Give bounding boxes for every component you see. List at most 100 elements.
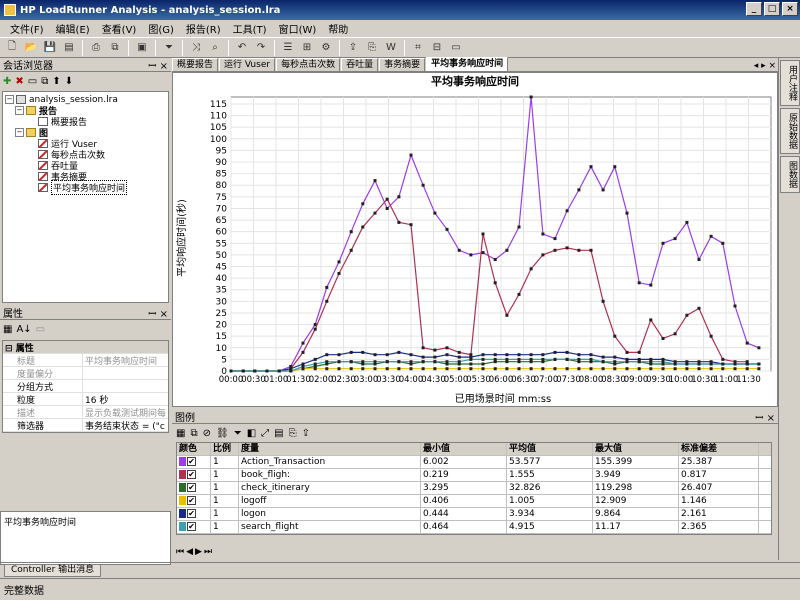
categorized-icon[interactable]: ▦ (3, 324, 12, 335)
tab-summary-report[interactable]: 概要报告 (172, 58, 219, 71)
delete-icon[interactable]: ✖ (15, 76, 23, 87)
maximize-button[interactable]: □ (764, 2, 780, 16)
tab-user-notes[interactable]: 用户注释 (780, 60, 800, 106)
new-session-icon[interactable]: 🗋 (4, 40, 20, 56)
export-legend-icon[interactable]: ⇪ (302, 428, 310, 439)
sort-az-icon[interactable]: A↓ (16, 324, 31, 335)
filter-icon[interactable]: ⏷ (234, 428, 242, 439)
visibility-checkbox[interactable]: ✔ (187, 508, 196, 518)
tab-graph-data[interactable]: 图数据 (780, 156, 800, 193)
word-report-icon[interactable]: W (383, 40, 399, 56)
tab-raw-data[interactable]: 原始数据 (780, 108, 800, 154)
zoom-icon[interactable]: ⌕ (207, 40, 223, 56)
menu-file[interactable]: 文件(F) (4, 21, 50, 36)
legend-icon[interactable]: ☰ (280, 40, 296, 56)
visibility-checkbox[interactable]: ✔ (187, 521, 196, 531)
tab-hits-per-second[interactable]: 每秒点击次数 (276, 58, 341, 71)
menu-window[interactable]: 窗口(W) (273, 21, 323, 36)
legend-row[interactable]: ✔ 1 logoff 0.406 1.005 12.909 1.146 (177, 494, 771, 508)
hide-icon[interactable]: ⊘ (203, 428, 211, 439)
tab-scroll-close-icons[interactable]: ◂ ▸ × (754, 61, 778, 71)
minimize-button[interactable]: _ (746, 2, 762, 16)
pin-close-icon[interactable]: ꟷ × (148, 306, 168, 320)
tree-root[interactable]: − analysis_session.lra (5, 94, 166, 105)
move-down-icon[interactable]: ⬇ (65, 76, 73, 87)
line-chart[interactable]: 平均事务响应时间 平均响应时间(秒) 已用场景时间 mm:ss 05101520… (173, 73, 777, 406)
col-scale[interactable]: 比例 (211, 442, 239, 456)
prev-icon[interactable]: ◀ (186, 547, 193, 557)
open-icon[interactable]: 📂 (23, 40, 39, 56)
tab-avg-response-time[interactable]: 平均事务响应时间 (426, 57, 509, 71)
copy-icon[interactable]: ⧉ (107, 40, 123, 56)
property-row[interactable]: 筛选器 事务结束状态 = ("c (3, 419, 168, 432)
col-avg[interactable]: 平均值 (507, 442, 593, 456)
last-icon[interactable]: ⏭ (204, 547, 212, 557)
first-icon[interactable]: ⏮ (176, 547, 184, 557)
tab-throughput[interactable]: 吞吐量 (341, 58, 379, 71)
scale-icon[interactable]: ⤢ (261, 428, 269, 439)
pin-close-icon[interactable]: ꟷ × (755, 410, 775, 424)
collapse-icon[interactable]: − (15, 128, 24, 137)
legend-row[interactable]: ✔ 1 Action_Transaction 6.002 53.577 155.399 25… (177, 455, 771, 469)
pin-close-icon[interactable]: ꟷ × (148, 58, 168, 72)
color-icon[interactable]: ◧ (247, 428, 256, 439)
granularity-icon[interactable]: ⊞ (299, 40, 315, 56)
col-measure[interactable]: 度量 (239, 442, 421, 456)
tab-controller-output[interactable]: Controller 输出消息 (4, 564, 102, 577)
legend-row[interactable]: ✔ 1 check_itinerary 3.295 32.826 119.298 26.40… (177, 481, 771, 495)
tree-item-hits-per-second[interactable]: 每秒点击次数 (5, 149, 166, 161)
col-min[interactable]: 最小值 (421, 442, 507, 456)
menu-view[interactable]: 查看(V) (96, 21, 143, 36)
property-section[interactable]: ⊟ 属性 (3, 341, 168, 354)
print-icon[interactable]: ⎙ (88, 40, 104, 56)
tab-transaction-summary[interactable]: 事务摘要 (379, 58, 426, 71)
collapse-icon[interactable]: − (5, 95, 14, 104)
tree-item-summary-report[interactable]: 概要报告 (5, 116, 166, 128)
duplicate-icon[interactable]: ⧉ (41, 76, 48, 87)
html-report-icon[interactable]: ⎘ (364, 40, 380, 56)
property-row[interactable]: 度量偏分 (3, 367, 168, 380)
visibility-checkbox[interactable]: ✔ (187, 469, 196, 479)
collapse-icon[interactable]: − (15, 106, 24, 115)
next-icon[interactable]: ▶ (195, 547, 202, 557)
menu-tools[interactable]: 工具(T) (227, 21, 273, 36)
new-item-icon[interactable]: ✚ (3, 76, 11, 87)
property-row[interactable]: 描述 显示负载测试期间每 (3, 406, 168, 419)
configure-icon[interactable]: ▦ (176, 428, 185, 439)
menu-graph[interactable]: 图(G) (142, 21, 180, 36)
tree-item-avg-response-time[interactable]: 平均事务响应时间 (5, 180, 166, 195)
properties-icon[interactable]: ▤ (274, 428, 283, 439)
add-graph-icon[interactable]: ▣ (134, 40, 150, 56)
visibility-checkbox[interactable]: ✔ (187, 456, 196, 466)
link-icon[interactable]: ⛓ (216, 428, 229, 439)
visibility-checkbox[interactable]: ✔ (187, 482, 196, 492)
undo-icon[interactable]: ↶ (234, 40, 250, 56)
template-icon[interactable]: ⌗ (410, 40, 426, 56)
col-max[interactable]: 最大值 (593, 442, 679, 456)
rename-icon[interactable]: ▭ (28, 76, 37, 87)
copy-legend-icon[interactable]: ⎘ (289, 428, 297, 439)
legend-row[interactable]: ✔ 1 search_flight 0.464 4.915 11.17 2.365 (177, 520, 771, 534)
visibility-checkbox[interactable]: ✔ (187, 495, 196, 505)
report-icon[interactable]: ▤ (61, 40, 77, 56)
display-options-icon[interactable]: ⚙ (318, 40, 334, 56)
close-button[interactable]: × (782, 2, 798, 16)
col-color[interactable]: 颜色 (177, 442, 211, 456)
show-all-icon[interactable]: ⧉ (190, 428, 197, 439)
export-icon[interactable]: ⇪ (345, 40, 361, 56)
save-icon[interactable]: 💾 (42, 40, 58, 56)
merge-icon[interactable]: ⤨ (188, 40, 204, 56)
menu-report[interactable]: 报告(R) (180, 21, 227, 36)
property-row[interactable]: 粒度 16 秒 (3, 393, 168, 406)
filter-icon[interactable]: ⏷ (161, 40, 177, 56)
legend-row[interactable]: ✔ 1 logon 0.444 3.934 9.864 2.161 (177, 507, 771, 521)
tab-running-vusers[interactable]: 运行 Vuser (219, 58, 276, 71)
property-row[interactable]: 标题 平均事务响应时间 (3, 354, 168, 367)
legend-row[interactable]: ✔ 1 book_fligh: 0.219 1.555 3.949 0.817 (177, 468, 771, 482)
layout-icon[interactable]: ⊟ (429, 40, 445, 56)
property-pages-icon[interactable]: ▭ (36, 324, 45, 335)
window-icon[interactable]: ▭ (448, 40, 464, 56)
redo-icon[interactable]: ↷ (253, 40, 269, 56)
property-row[interactable]: 分组方式 (3, 380, 168, 393)
move-up-icon[interactable]: ⬆ (52, 76, 60, 87)
